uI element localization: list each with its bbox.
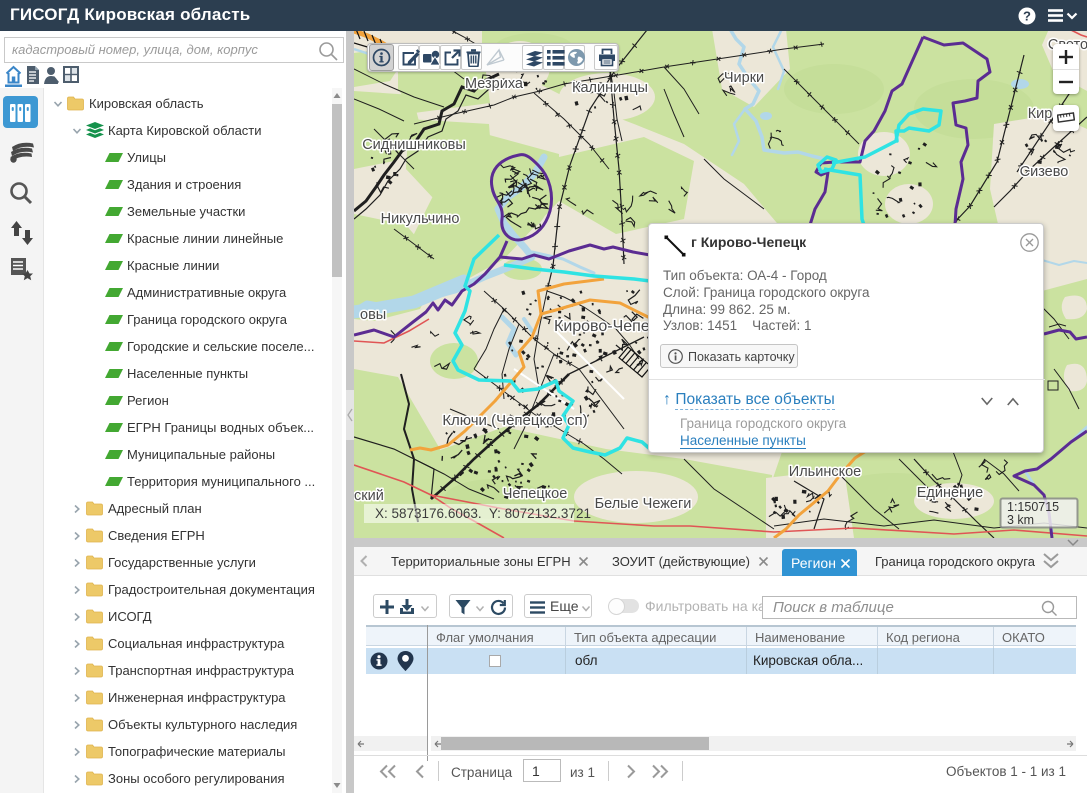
svg-text:Никульчино: Никульчино <box>381 211 460 227</box>
svg-text:Кир: Кир <box>1028 106 1053 122</box>
svg-text:Ключи (Чепецкое сп): Ключи (Чепецкое сп) <box>442 412 587 429</box>
svg-text:Ильинское: Ильинское <box>789 464 861 480</box>
svg-text:овы: овы <box>360 307 386 323</box>
svg-text:?: ? <box>1023 9 1031 24</box>
svg-text:Белые Чежеги: Белые Чежеги <box>595 496 692 512</box>
svg-text:X: 5873176.6063. Y: 8072132.3: X: 5873176.6063. Y: 8072132.3721 <box>375 506 591 521</box>
svg-text:Сизево: Сизево <box>1020 164 1069 180</box>
svg-text:ский: ский <box>354 488 384 504</box>
svg-text:Чепецкое: Чепецкое <box>503 486 568 502</box>
svg-text:Единение: Единение <box>917 485 983 501</box>
svg-text:Калининцы: Калининцы <box>572 80 648 96</box>
svg-text:1:150715: 1:150715 <box>1007 500 1059 514</box>
svg-text:Сиднишниковы: Сиднишниковы <box>362 137 466 153</box>
svg-text:3 km: 3 km <box>1007 513 1034 527</box>
svg-text:Мезриха: Мезриха <box>465 76 524 92</box>
svg-text:Чирки: Чирки <box>724 70 764 86</box>
